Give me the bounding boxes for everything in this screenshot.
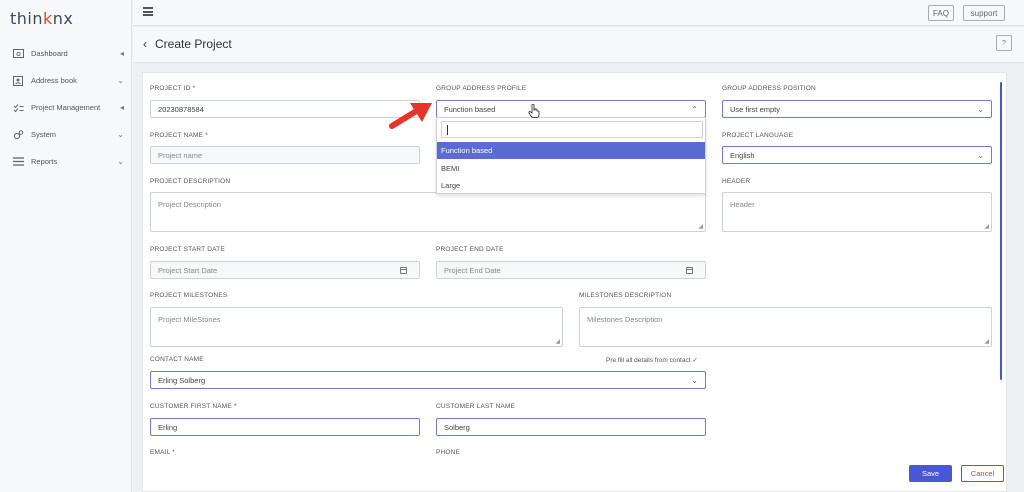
email-label: EMAIL * [150,449,176,456]
group-address-profile-label: GROUP ADDRESS PROFILE [436,85,527,92]
project-id-field[interactable]: 20230878584 [150,100,420,118]
dropdown-option-function-based[interactable]: Function based [437,142,705,159]
prefill-contact-link[interactable]: Pre fill all details from contact ✓ [606,356,698,364]
sidebar-item-label: Dashboard [31,49,68,58]
project-language-value: English [730,150,755,160]
annotation-arrow-icon [389,103,432,129]
chevron-down-icon: ⌄ [977,151,984,160]
faq-button[interactable]: FAQ [928,5,954,21]
contact-name-select[interactable]: Erling Solberg ⌄ [150,371,706,389]
project-name-label: PROJECT NAME * [150,132,208,139]
project-start-date-label: PROJECT START DATE [150,246,225,253]
project-name-input[interactable]: Project name [150,146,420,164]
dropdown-search-input[interactable] [441,121,703,138]
chevron-down-icon: ⌄ [117,76,124,85]
sidebar: thinknx Dashboard ◂ Address book ⌄ Proje… [0,0,132,492]
header-textarea[interactable]: Header ◢ [722,192,992,232]
chevron-down-icon: ⌄ [977,105,984,114]
group-address-position-label: GROUP ADDRESS POSITION [722,85,816,92]
contact-name-value: Erling Solberg [158,375,206,385]
hand-pointer-icon [528,104,540,118]
customer-last-name-label: CUSTOMER LAST NAME [436,403,516,410]
resize-grip-icon[interactable]: ◢ [698,223,703,230]
back-arrow-icon[interactable]: ‹ [143,37,147,51]
customer-first-name-label: CUSTOMER FIRST NAME * [150,403,237,410]
project-description-placeholder: Project Description [158,200,221,209]
header-label: HEADER [722,178,751,185]
help-button[interactable]: ? [996,35,1012,51]
sidebar-item-system[interactable]: System ⌄ [0,121,132,148]
list-icon [12,157,24,167]
sidebar-item-label: System [31,130,57,139]
project-milestones-placeholder: Project MileStones [158,315,221,324]
phone-label: PHONE [436,449,461,456]
contact-name-label: CONTACT NAME [150,356,204,363]
gears-icon [12,129,24,140]
chevron-up-icon: ⌃ [691,105,698,114]
project-language-label: PROJECT LANGUAGE [722,132,794,139]
hamburger-menu-icon[interactable] [143,7,153,16]
support-button[interactable]: support [963,5,1005,21]
checklist-icon [12,103,24,113]
group-address-position-select[interactable]: Use first empty ⌄ [722,100,992,118]
text-caret [447,125,448,135]
milestones-description-textarea[interactable]: Milestones Description ◢ [579,307,992,347]
calendar-icon[interactable] [686,267,693,274]
page-header: ‹ Create Project ? [133,27,1024,63]
chevron-left-icon: ◂ [119,103,124,112]
milestones-description-label: MILESTONES DESCRIPTION [579,292,672,299]
milestones-description-placeholder: Milestones Description [587,315,663,324]
resize-grip-icon[interactable]: ◢ [984,223,989,230]
group-address-position-value: Use first empty [730,104,781,114]
cancel-button[interactable]: Cancel [961,465,1004,482]
project-description-label: PROJECT DESCRIPTION [150,178,231,185]
sidebar-item-dashboard[interactable]: Dashboard ◂ [0,40,132,67]
resize-grip-icon[interactable]: ◢ [555,338,560,345]
header-placeholder: Header [730,200,755,209]
project-start-date-input[interactable]: Project Start Date [150,261,420,279]
logo[interactable]: thinknx [10,9,73,28]
chevron-down-icon: ⌄ [691,376,698,385]
project-description-textarea[interactable]: Project Description ◢ [150,192,706,232]
sidebar-item-reports[interactable]: Reports ⌄ [0,148,132,175]
chevron-down-icon: ⌄ [117,157,124,166]
contacts-icon [12,75,24,86]
sidebar-item-label: Address book [31,76,77,85]
dropdown-option-bemi[interactable]: BEMI [437,160,705,177]
project-language-select[interactable]: English ⌄ [722,146,992,164]
save-button[interactable]: Save [909,465,952,482]
topbar: FAQ support [133,0,1024,26]
sidebar-item-address-book[interactable]: Address book ⌄ [0,67,132,94]
project-milestones-textarea[interactable]: Project MileStones ◢ [150,307,563,347]
sidebar-item-project-management[interactable]: Project Management ◂ [0,94,132,121]
group-address-profile-value: Function based [444,104,496,114]
customer-last-name-input[interactable]: Solberg [436,418,706,436]
project-end-date-label: PROJECT END DATE [436,246,504,253]
group-address-profile-select[interactable]: Function based ⌃ [436,100,706,118]
dashboard-icon [12,49,24,59]
resize-grip-icon[interactable]: ◢ [984,338,989,345]
calendar-icon[interactable] [400,267,407,274]
scrollbar[interactable] [1000,82,1002,380]
chevron-down-icon: ⌄ [117,130,124,139]
dropdown-option-large[interactable]: Large [437,177,705,194]
project-milestones-label: PROJECT MILESTONES [150,292,228,299]
chevron-left-icon: ◂ [119,49,124,58]
project-end-date-placeholder: Project End Date [444,265,501,275]
customer-first-name-input[interactable]: Erling [150,418,420,436]
sidebar-item-label: Reports [31,157,58,166]
project-end-date-input[interactable]: Project End Date [436,261,706,279]
group-address-profile-dropdown: Function based BEMI Large [436,117,706,194]
page-title: Create Project [155,37,232,51]
sidebar-item-label: Project Management [31,103,101,112]
project-id-label: PROJECT ID * [150,85,196,92]
project-start-date-placeholder: Project Start Date [158,265,218,275]
sidebar-nav: Dashboard ◂ Address book ⌄ Project Manag… [0,40,132,175]
